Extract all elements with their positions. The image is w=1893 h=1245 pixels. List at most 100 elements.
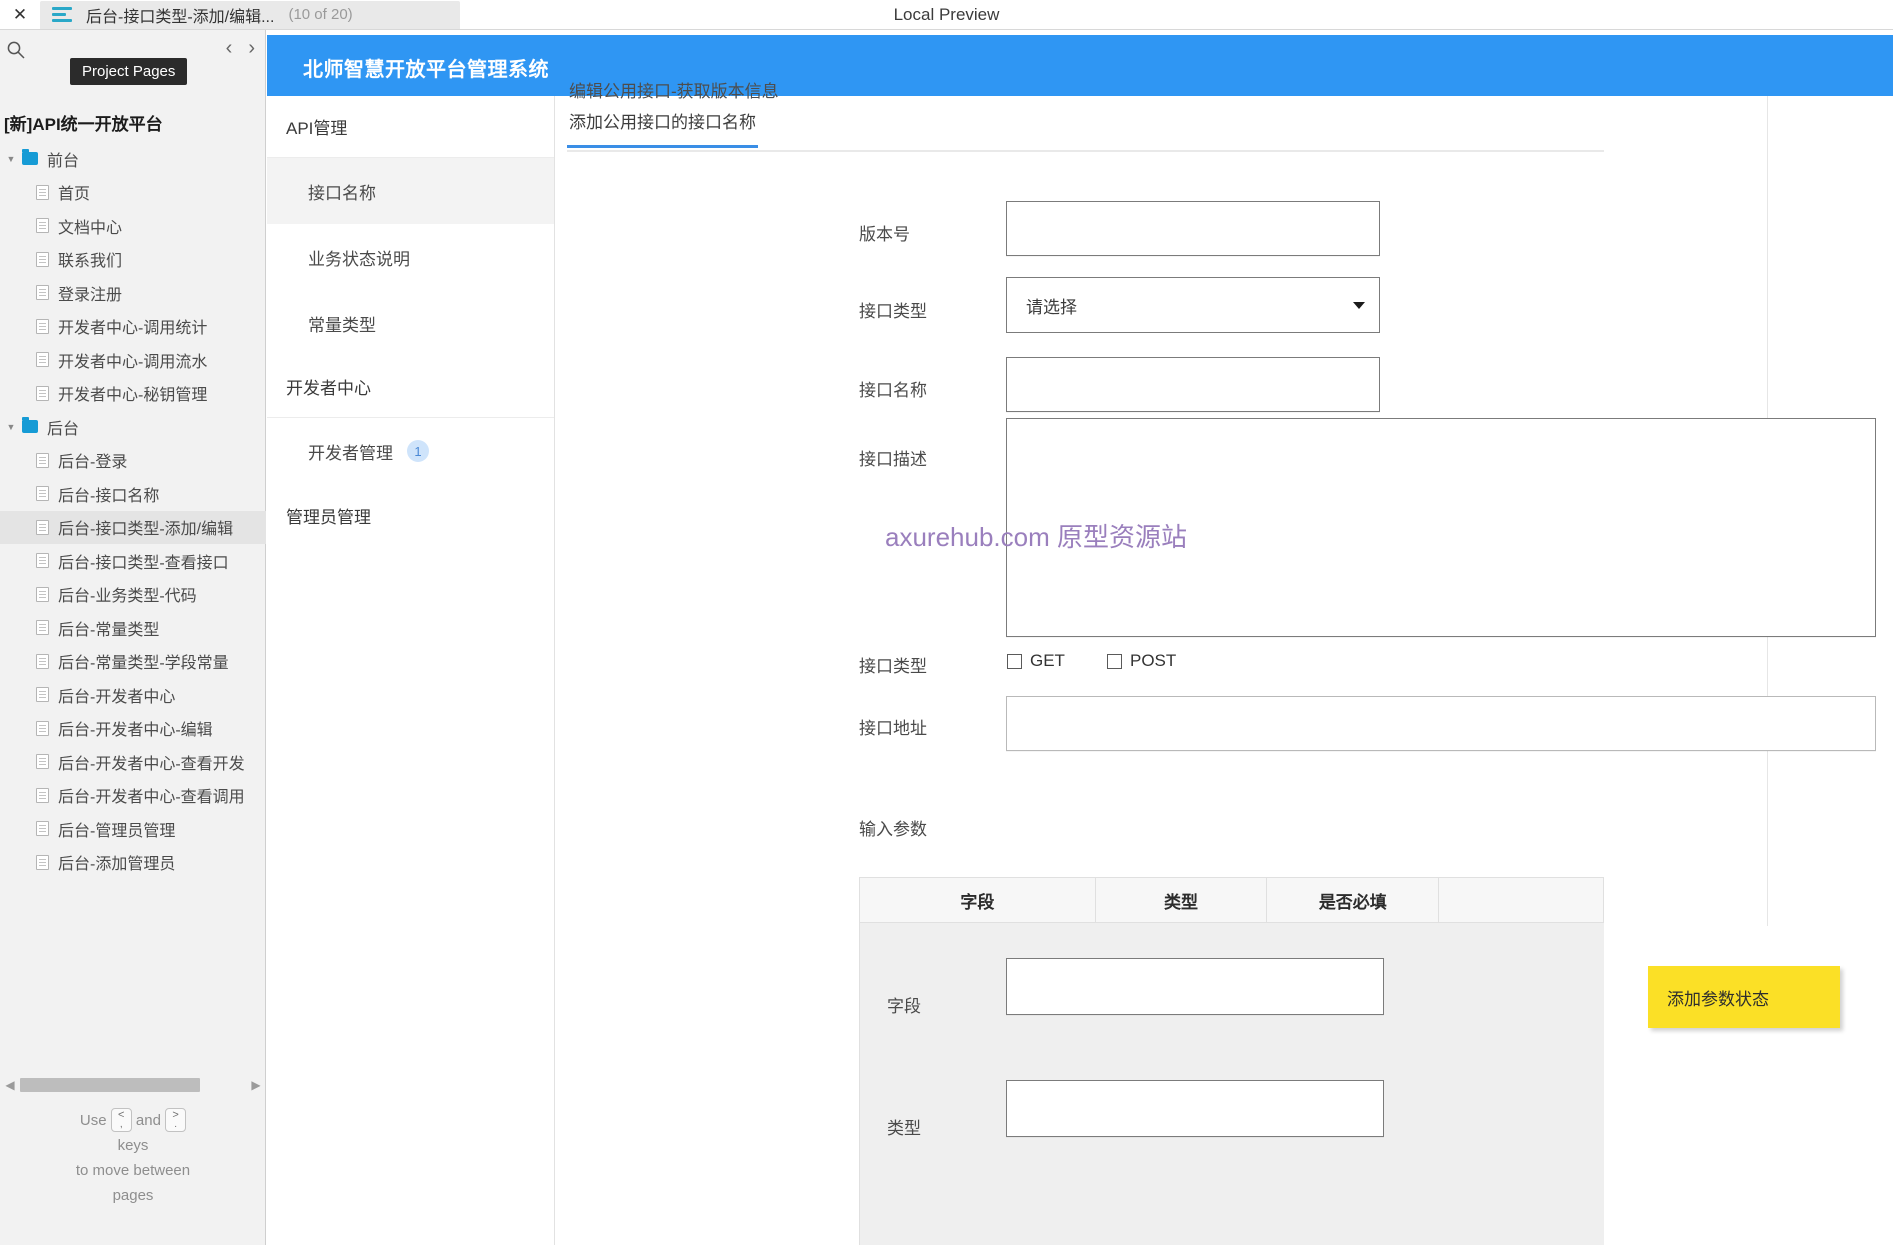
- table-header-cell: 是否必填: [1266, 877, 1440, 923]
- page-tree-item-label: 后台-添加管理员: [58, 856, 176, 874]
- browser-topbar: ✕ 后台-接口类型-添加/编辑... (10 of 20) Local Prev…: [0, 0, 1893, 30]
- sidenav-item-5[interactable]: 开发者管理 1: [267, 418, 554, 484]
- section-title-input-params: 输入参数: [859, 820, 927, 839]
- page-icon: [36, 318, 49, 334]
- page-tree-item[interactable]: ▼ 前台: [0, 142, 266, 176]
- tree-expand-icon[interactable]: ▼: [0, 422, 22, 432]
- add-param-state-button[interactable]: 添加参数状态: [1648, 966, 1840, 1028]
- sidenav-group-0[interactable]: API管理: [267, 96, 554, 158]
- page-tree: ▼ 前台 首页文档中心联系我们 登录注册开发者中心-调用统计 开发者中心-调用流水 开发者…: [0, 142, 266, 879]
- app-brand-title: 北师智慧开放平台管理系统: [303, 59, 549, 81]
- row-label-field: 字段: [887, 997, 921, 1016]
- page-tree-item[interactable]: 后台-常量类型-学段常量: [0, 645, 266, 679]
- hamburger-icon[interactable]: [52, 6, 72, 23]
- chevron-right-icon[interactable]: ›: [248, 38, 255, 58]
- app-sidenav: API管理 接口名称业务状态说明 常量类型开发者中心开发者管理 1 管理员管理: [267, 96, 555, 1245]
- sidenav-item-1[interactable]: 接口名称: [267, 158, 554, 224]
- sidenav-label: 开发者中心: [286, 379, 371, 398]
- label-interface-name: 接口名称: [859, 381, 927, 400]
- page-icon: [36, 452, 49, 468]
- page-tree-item[interactable]: 后台-开发者中心-编辑: [0, 712, 266, 746]
- input-param-field[interactable]: [1006, 958, 1384, 1015]
- sidenav-group-4[interactable]: 开发者中心: [267, 356, 554, 418]
- page-tree-item[interactable]: 后台-接口类型-查看接口: [0, 544, 266, 578]
- sidenav-label: 常量类型: [308, 315, 376, 335]
- page-icon: [36, 586, 49, 602]
- page-icon: [36, 821, 49, 837]
- sidenav-item-2[interactable]: 业务状态说明: [267, 224, 554, 290]
- input-param-type[interactable]: [1006, 1080, 1384, 1137]
- chevron-left-icon[interactable]: ‹: [226, 38, 233, 58]
- page-tree-item[interactable]: 开发者中心-秘钥管理: [0, 377, 266, 411]
- page-icon: [36, 285, 49, 301]
- table-header-cell: [1438, 877, 1604, 923]
- sidenav-group-6[interactable]: 管理员管理: [267, 484, 554, 546]
- search-icon[interactable]: [6, 40, 26, 60]
- checkbox-get-row[interactable]: GET: [1007, 651, 1065, 671]
- page-tree-item-label: 后台-接口类型-查看接口: [58, 554, 229, 572]
- page-tree-item-label: 开发者中心-调用统计: [58, 320, 208, 338]
- sidenav-label: 业务状态说明: [308, 249, 410, 269]
- page-tree-item[interactable]: 后台-接口类型-添加/编辑: [0, 510, 266, 544]
- page-tree-item[interactable]: 开发者中心-调用统计: [0, 310, 266, 344]
- checkbox-post[interactable]: [1107, 653, 1122, 669]
- label-version: 版本号: [859, 225, 910, 244]
- scroll-left-icon[interactable]: ◀: [0, 1078, 20, 1092]
- close-icon[interactable]: ✕: [0, 0, 40, 30]
- keyboard-help-line1: Use < , and > .: [0, 1108, 266, 1133]
- page-icon: [36, 720, 49, 736]
- page-tree-item-label: 后台-开发者中心-查看调用: [58, 789, 245, 807]
- page-tree-item-label: 文档中心: [58, 219, 123, 237]
- page-tree-item-label: 开发者中心-调用流水: [58, 353, 208, 371]
- scroll-right-icon[interactable]: ▶: [246, 1078, 266, 1092]
- folder-icon: [22, 417, 38, 434]
- page-tree-item[interactable]: 开发者中心-调用流水: [0, 343, 266, 377]
- page-tree-item-label: 后台-登录: [58, 454, 128, 472]
- scrollbar-thumb[interactable]: [20, 1078, 200, 1092]
- page-tree-item[interactable]: 后台-开发者中心-查看调用: [0, 779, 266, 813]
- page-tree-item[interactable]: 后台-常量类型: [0, 611, 266, 645]
- page-icon: [36, 184, 49, 200]
- folder-icon: [22, 149, 38, 166]
- page-tree-item[interactable]: 登录注册: [0, 276, 266, 310]
- page-tree-item-label: 开发者中心-秘钥管理: [58, 387, 208, 405]
- page-icon: [36, 620, 49, 636]
- label-method-type: 接口类型: [859, 657, 927, 676]
- scrollbar-track[interactable]: [20, 1078, 246, 1092]
- tree-expand-icon[interactable]: ▼: [0, 154, 22, 164]
- page-tab-chip[interactable]: 后台-接口类型-添加/编辑... (10 of 20): [40, 0, 460, 29]
- page-tree-item-label: 后台-管理员管理: [58, 822, 176, 840]
- chevron-down-icon: [1353, 301, 1365, 309]
- page-tree-item[interactable]: 后台-管理员管理: [0, 812, 266, 846]
- input-interface-name[interactable]: [1006, 357, 1380, 412]
- input-params-table: 字段 类型 是否必填: [859, 877, 1604, 923]
- sidenav-item-3[interactable]: 常量类型: [267, 290, 554, 356]
- project-pages-toolbar: ‹ › Project Pages: [0, 30, 265, 85]
- checkbox-get[interactable]: [1007, 653, 1022, 669]
- page-tree-item[interactable]: 首页: [0, 176, 266, 210]
- page-tree-item[interactable]: 文档中心: [0, 209, 266, 243]
- input-interface-url[interactable]: [1006, 696, 1876, 751]
- app-header: 北师智慧开放平台管理系统: [267, 35, 1893, 96]
- project-title: [新]API统一开放平台: [4, 115, 163, 134]
- page-tree-item[interactable]: 后台-开发者中心: [0, 678, 266, 712]
- prototype-viewport: 北师智慧开放平台管理系统 API管理 接口名称 业务状态说明 常量类型 开发者中心 开发者…: [267, 30, 1893, 1245]
- content-tabstrip: 添加公用接口的接口名称: [567, 108, 1604, 152]
- page-icon: [36, 787, 49, 803]
- tab-add-public-interface[interactable]: 添加公用接口的接口名称: [567, 108, 758, 148]
- label-interface-url: 接口地址: [859, 719, 927, 738]
- page-icon: [36, 251, 49, 267]
- page-tree-item[interactable]: ▼ 后台: [0, 410, 266, 444]
- input-version[interactable]: [1006, 201, 1380, 256]
- select-interface-type[interactable]: 请选择: [1006, 277, 1380, 333]
- page-tree-item[interactable]: 后台-添加管理员: [0, 846, 266, 880]
- checkbox-post-row[interactable]: POST: [1107, 651, 1176, 671]
- page-tree-item[interactable]: 后台-接口名称: [0, 477, 266, 511]
- keyboard-help-line3: to move between: [75, 1162, 191, 1180]
- page-tree-item[interactable]: 后台-业务类型-代码: [0, 578, 266, 612]
- page-tree-item[interactable]: 后台-登录: [0, 444, 266, 478]
- page-tree-item[interactable]: 联系我们: [0, 243, 266, 277]
- page-tree-item[interactable]: 后台-开发者中心-查看开发: [0, 745, 266, 779]
- select-interface-type-value: 请选择: [1026, 297, 1077, 317]
- horizontal-scrollbar[interactable]: ◀ ▶: [0, 1074, 266, 1096]
